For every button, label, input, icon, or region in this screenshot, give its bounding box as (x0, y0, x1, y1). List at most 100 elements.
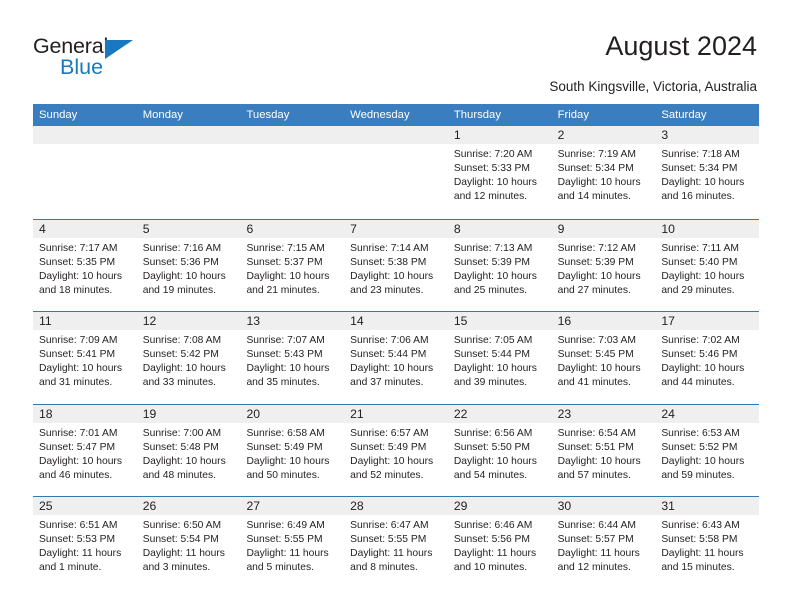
day-details: Sunrise: 7:06 AM Sunset: 5:44 PM Daylight:… (344, 330, 448, 390)
page-subtitle: South Kingsville, Victoria, Australia (549, 79, 757, 94)
day-number: 26 (142, 499, 157, 513)
day-number: 9 (557, 221, 565, 236)
day-details: Sunrise: 7:11 AM Sunset: 5:40 PM Daylight:… (655, 238, 759, 298)
day-details: Sunrise: 6:51 AM Sunset: 5:53 PM Daylight:… (33, 515, 137, 575)
day-number: 4 (39, 221, 46, 236)
weekday-header-monday: Monday (142, 109, 183, 121)
calendar-day-cell[interactable]: 1 Sunrise: 7:20 AM Sunset: 5:33 PM Daylight… (447, 126, 552, 219)
calendar-day-cell[interactable]: 31 Sunrise: 6:43 AM Sunset: 5:58 PM Dayligh… (655, 497, 760, 589)
calendar-day-cell[interactable]: 14 Sunrise: 7:06 AM Sunset: 5:44 PM Dayligh… (344, 312, 448, 404)
day-details: Sunrise: 7:09 AM Sunset: 5:41 PM Daylight:… (33, 330, 137, 390)
day-number-band: 28 (344, 497, 448, 515)
sunrise-text: Sunrise: 7:07 AM (246, 335, 325, 346)
calendar-day-cell[interactable]: 30 Sunrise: 6:44 AM Sunset: 5:57 PM Dayligh… (551, 497, 656, 589)
calendar-day-cell[interactable]: 6 Sunrise: 7:15 AM Sunset: 5:37 PM Daylight… (240, 219, 345, 312)
page-title: August 2024 (605, 31, 757, 61)
sunrise-text: Sunrise: 7:16 AM (142, 242, 222, 254)
calendar-day-cell[interactable]: 24 Sunrise: 6:53 AM Sunset: 5:52 PM Dayligh… (655, 404, 760, 497)
calendar-day-cell[interactable]: 7 Sunrise: 7:14 AM Sunset: 5:38 PM Daylight… (344, 219, 448, 312)
day-details: Sunrise: 7:02 AM Sunset: 5:46 PM Daylight:… (655, 330, 759, 390)
calendar-day-cell[interactable]: 11 Sunrise: 7:09 AM Sunset: 5:41 PM Dayligh… (33, 312, 137, 404)
day-number: 21 (350, 406, 364, 421)
calendar-day-cell[interactable]: 2 Sunrise: 7:19 AM Sunset: 5:34 PM Daylight… (551, 126, 656, 219)
sunrise-text: Sunrise: 7:06 AM (350, 335, 429, 346)
daylight-text: Daylight: 10 hours and 33 minutes. (142, 363, 226, 389)
sunrise-text: Sunrise: 7:08 AM (142, 335, 222, 346)
calendar-day-cell[interactable]: 13 Sunrise: 7:07 AM Sunset: 5:43 PM Dayligh… (240, 312, 345, 404)
daylight-text: Daylight: 11 hours and 1 minute. (39, 548, 122, 574)
calendar-day-cell[interactable]: 20 Sunrise: 6:58 AM Sunset: 5:49 PM Dayligh… (240, 404, 345, 497)
calendar-day-cell[interactable]: 4 Sunrise: 7:17 AM Sunset: 5:35 PM Daylight… (33, 219, 137, 312)
calendar-day-cell[interactable]: 8 Sunrise: 7:13 AM Sunset: 5:39 PM Daylight… (447, 219, 552, 312)
calendar-page: General Blue August 2024 South Kingsvill… (0, 0, 792, 612)
sunset-text: Sunset: 5:49 PM (350, 441, 427, 453)
sunrise-text: Sunrise: 7:03 AM (557, 335, 637, 346)
calendar-day-cell[interactable]: 12 Sunrise: 7:08 AM Sunset: 5:42 PM Dayligh… (136, 312, 241, 404)
sunrise-text: Sunrise: 6:56 AM (453, 427, 533, 439)
sunset-text: Sunset: 5:55 PM (246, 534, 323, 546)
day-number: 13 (246, 314, 260, 328)
generalblue-logo[interactable]: General Blue (33, 35, 153, 84)
day-number-band: 11 (33, 312, 137, 330)
daylight-text: Daylight: 10 hours and 46 minutes. (39, 455, 122, 481)
sunrise-text: Sunrise: 7:05 AM (453, 335, 533, 346)
day-number: 31 (661, 499, 675, 513)
calendar-day-cell[interactable]: 9 Sunrise: 7:12 AM Sunset: 5:39 PM Daylight… (551, 219, 656, 312)
sunset-text: Sunset: 5:45 PM (557, 349, 634, 361)
calendar-day-cell[interactable]: 26 Sunrise: 6:50 AM Sunset: 5:54 PM Dayligh… (136, 497, 241, 589)
day-details: Sunrise: 7:19 AM Sunset: 5:34 PM Daylight:… (552, 144, 656, 204)
calendar-day-cell[interactable]: 16 Sunrise: 7:03 AM Sunset: 5:45 PM Dayligh… (551, 312, 656, 404)
calendar-day-cell[interactable]: 17 Sunrise: 7:02 AM Sunset: 5:46 PM Dayligh… (655, 312, 760, 404)
sunrise-text: Sunrise: 6:46 AM (453, 520, 533, 531)
daylight-text: Daylight: 11 hours and 5 minutes. (246, 548, 329, 574)
daylight-text: Daylight: 10 hours and 18 minutes. (39, 270, 122, 296)
sunrise-text: Sunrise: 6:43 AM (661, 520, 740, 531)
day-number-band: 19 (136, 404, 241, 423)
day-number-band: 12 (136, 312, 241, 330)
day-details: Sunrise: 6:57 AM Sunset: 5:49 PM Daylight:… (344, 423, 448, 483)
daylight-text: Daylight: 10 hours and 54 minutes. (453, 455, 537, 481)
daylight-text: Daylight: 10 hours and 39 minutes. (453, 363, 537, 389)
day-details: Sunrise: 6:46 AM Sunset: 5:56 PM Daylight:… (448, 515, 552, 575)
calendar-day-cell-empty (344, 126, 448, 219)
day-details: Sunrise: 6:44 AM Sunset: 5:57 PM Daylight:… (552, 515, 656, 575)
day-details: Sunrise: 7:16 AM Sunset: 5:36 PM Daylight:… (137, 238, 241, 298)
calendar-day-cell[interactable]: 23 Sunrise: 6:54 AM Sunset: 5:51 PM Dayligh… (551, 404, 656, 497)
calendar-day-cell[interactable]: 21 Sunrise: 6:57 AM Sunset: 5:49 PM Dayligh… (344, 404, 448, 497)
weekday-header-row: Sunday Monday Tuesday Wednesday Thursday Frid… (33, 104, 759, 126)
calendar-day-cell[interactable]: 29 Sunrise: 6:46 AM Sunset: 5:56 PM Dayligh… (447, 497, 552, 589)
day-number-band: 1 (447, 126, 552, 144)
calendar-day-cell-empty (136, 126, 241, 219)
calendar-day-cell[interactable]: 5 Sunrise: 7:16 AM Sunset: 5:36 PM Daylight… (136, 219, 241, 312)
sunset-text: Sunset: 5:39 PM (557, 256, 634, 268)
day-number-band: 13 (240, 312, 345, 330)
sunset-text: Sunset: 5:57 PM (557, 534, 634, 546)
day-number: 3 (661, 128, 669, 142)
day-number: 29 (453, 499, 468, 513)
calendar-day-cell[interactable]: 27 Sunrise: 6:49 AM Sunset: 5:55 PM Dayligh… (240, 497, 345, 589)
sunrise-text: Sunrise: 7:01 AM (39, 427, 118, 439)
sunset-text: Sunset: 5:49 PM (246, 441, 323, 453)
sunrise-text: Sunrise: 6:50 AM (142, 520, 222, 531)
day-number-band: 8 (447, 219, 552, 238)
calendar-day-cell[interactable]: 25 Sunrise: 6:51 AM Sunset: 5:53 PM Dayligh… (33, 497, 137, 589)
calendar-day-cell-empty (33, 126, 137, 219)
calendar-day-cell[interactable]: 10 Sunrise: 7:11 AM Sunset: 5:40 PM Dayligh… (655, 219, 760, 312)
sunset-text: Sunset: 5:53 PM (39, 534, 116, 546)
sunrise-text: Sunrise: 7:15 AM (246, 242, 325, 254)
daylight-text: Daylight: 10 hours and 19 minutes. (142, 270, 226, 296)
calendar-day-cell[interactable]: 18 Sunrise: 7:01 AM Sunset: 5:47 PM Dayligh… (33, 404, 137, 497)
calendar-day-cell[interactable]: 28 Sunrise: 6:47 AM Sunset: 5:55 PM Dayligh… (344, 497, 448, 589)
calendar-day-cell[interactable]: 3 Sunrise: 7:18 AM Sunset: 5:34 PM Daylight… (655, 126, 760, 219)
sunset-text: Sunset: 5:51 PM (557, 441, 634, 453)
calendar-day-cell[interactable]: 19 Sunrise: 7:00 AM Sunset: 5:48 PM Dayligh… (136, 404, 241, 497)
calendar-day-cell[interactable]: 15 Sunrise: 7:05 AM Sunset: 5:44 PM Dayligh… (447, 312, 552, 404)
calendar-day-cell[interactable]: 22 Sunrise: 6:56 AM Sunset: 5:50 PM Dayligh… (447, 404, 552, 497)
day-number: 16 (557, 314, 572, 328)
day-number: 19 (142, 406, 157, 421)
daylight-text: Daylight: 10 hours and 29 minutes. (661, 270, 745, 296)
sunrise-text: Sunrise: 7:02 AM (661, 335, 740, 346)
day-number: 7 (350, 221, 357, 236)
sunrise-text: Sunrise: 7:20 AM (453, 149, 533, 160)
day-number-band: 27 (240, 497, 345, 515)
